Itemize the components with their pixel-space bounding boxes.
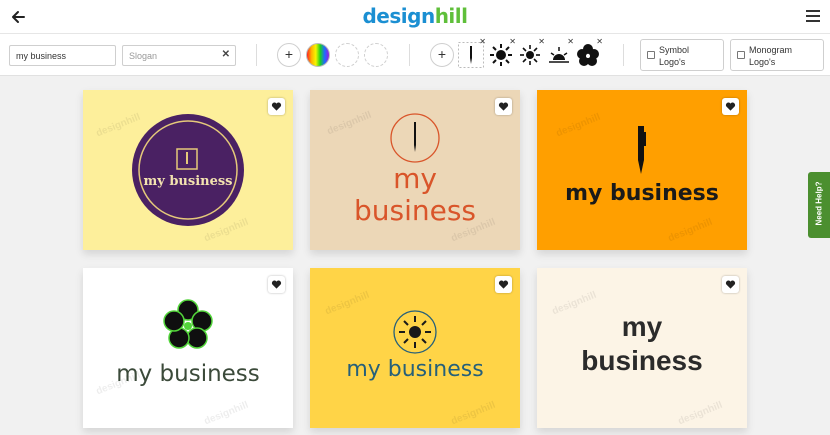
- sunrise-icon[interactable]: ✕: [546, 37, 574, 68]
- slogan-placeholder: Slogan: [129, 51, 158, 61]
- logo-name: my business: [116, 361, 260, 387]
- divider: [409, 44, 410, 66]
- divider: [256, 44, 257, 66]
- need-help-label: Need Help?: [814, 181, 824, 226]
- favorite-heart-icon[interactable]: [495, 276, 512, 293]
- sun-rays-icon[interactable]: ✕: [517, 37, 545, 68]
- brand-logo-part2: hill: [434, 4, 468, 28]
- add-color-button[interactable]: +: [277, 43, 301, 67]
- logo-card[interactable]: designhill designhill my business: [83, 268, 293, 428]
- watermark: designhill: [323, 289, 372, 318]
- hamburger-menu-icon[interactable]: [806, 10, 820, 22]
- sun-icon: [393, 310, 437, 354]
- need-help-tab[interactable]: Need Help?: [808, 172, 830, 238]
- logo-card[interactable]: designhill designhill my business: [310, 268, 520, 428]
- watermark: designhill: [554, 111, 603, 140]
- logo-card[interactable]: designhill designhill my business: [83, 90, 293, 250]
- brand-logo[interactable]: designhill: [0, 4, 830, 28]
- watermark: designhill: [202, 399, 251, 428]
- logo-name-line1: my: [621, 311, 663, 342]
- monogram-label-line2: Logo's: [749, 57, 776, 67]
- symbol-logos-filter[interactable]: Symbol Logo's: [640, 39, 724, 71]
- top-bar: designhill: [0, 0, 830, 34]
- watermark: designhill: [325, 109, 374, 138]
- monogram-label-line1: Monogram: [749, 45, 793, 55]
- flower-icon: [163, 299, 213, 349]
- slogan-input[interactable]: Slogan ✕: [122, 45, 236, 66]
- pen-emblem-icon: [390, 113, 440, 163]
- add-icon-button[interactable]: +: [430, 43, 454, 67]
- close-icon[interactable]: ✕: [222, 49, 230, 60]
- divider: [623, 44, 624, 66]
- favorite-heart-icon[interactable]: [268, 276, 285, 293]
- empty-color-slot[interactable]: [364, 43, 388, 67]
- editor-toolbar: my business Slogan ✕ + + ✕ ✕ ✕ ✕ ✕ Symbo…: [0, 34, 830, 76]
- logo-card[interactable]: designhill designhill my business: [310, 90, 520, 250]
- flower-icon[interactable]: ✕: [575, 37, 603, 68]
- brand-logo-part1: design: [362, 4, 435, 28]
- logo-name-line2: business: [353, 194, 477, 227]
- sun-icon[interactable]: ✕: [488, 37, 516, 68]
- pen-icon[interactable]: ✕: [458, 37, 486, 68]
- seal-emblem-icon: [132, 114, 244, 226]
- logo-card[interactable]: designhill designhill my business: [537, 90, 747, 250]
- monogram-checkbox[interactable]: [737, 51, 745, 59]
- symbol-checkbox[interactable]: [647, 51, 655, 59]
- empty-color-slot[interactable]: [335, 43, 359, 67]
- logo-name-line1: my: [393, 162, 437, 195]
- watermark: designhill: [449, 399, 498, 428]
- watermark: designhill: [676, 399, 725, 428]
- pen-icon: [638, 126, 646, 174]
- favorite-heart-icon[interactable]: [268, 98, 285, 115]
- favorite-heart-icon[interactable]: [722, 98, 739, 115]
- logo-card[interactable]: designhill designhill my business: [537, 268, 747, 428]
- business-name-input[interactable]: my business: [9, 45, 116, 66]
- logo-name: my business: [565, 181, 719, 206]
- logo-name: my business: [143, 174, 233, 189]
- symbol-label-line1: Symbol: [659, 45, 690, 55]
- logo-name-line2: business: [581, 345, 703, 376]
- symbol-label-line2: Logo's: [659, 57, 686, 67]
- logo-name: my business: [346, 357, 484, 382]
- color-palette-swatch[interactable]: [306, 43, 330, 67]
- watermark: designhill: [666, 216, 715, 245]
- favorite-heart-icon[interactable]: [722, 276, 739, 293]
- monogram-logos-filter[interactable]: Monogram Logo's: [730, 39, 824, 71]
- favorite-heart-icon[interactable]: [495, 98, 512, 115]
